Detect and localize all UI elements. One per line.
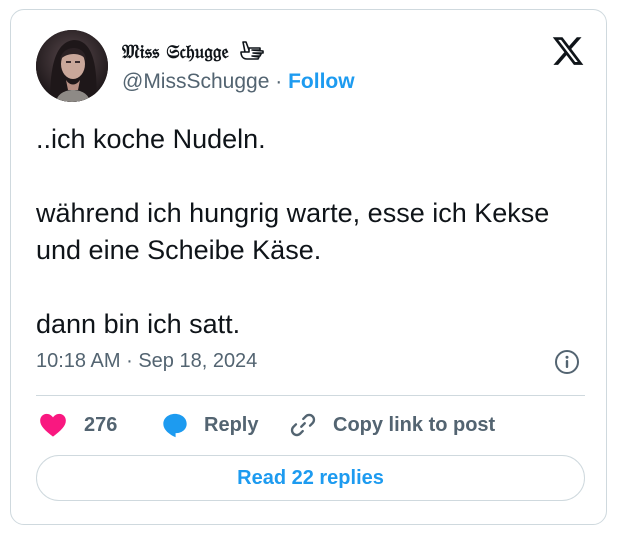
like-button[interactable]: 276	[39, 408, 117, 442]
reply-label: Reply	[204, 413, 259, 436]
avatar[interactable]	[36, 30, 108, 102]
meta-separator: ·	[126, 350, 133, 372]
author-handle[interactable]: @MissSchugge	[122, 70, 269, 93]
tweet-timestamp: 10:18 AM · Sep 18, 2024	[36, 350, 257, 373]
speech-bubble-icon	[163, 413, 187, 438]
handle-separator: ·	[275, 70, 283, 93]
action-bar: 276 Reply Copy link to post	[36, 408, 585, 442]
follow-button[interactable]: Follow	[288, 70, 355, 93]
tweet-text: ..ich koche Nudeln. während ich hungrig …	[36, 121, 576, 343]
tweet-date[interactable]: Sep 18, 2024	[138, 350, 257, 372]
info-icon[interactable]	[554, 349, 580, 375]
handle-row: @MissSchugge · Follow	[122, 70, 355, 94]
copy-link-button[interactable]: Copy link to post	[289, 408, 495, 442]
like-count: 276	[84, 413, 118, 436]
read-replies-label: Read 22 replies	[237, 466, 384, 489]
divider	[36, 395, 585, 396]
tweet-paragraph: dann bin ich satt.	[36, 309, 241, 339]
x-logo-icon[interactable]	[551, 34, 585, 68]
copy-link-label: Copy link to post	[333, 413, 496, 436]
display-name-text: 𝔐𝔦𝔰𝔰 𝔖𝔠𝔥𝔲𝔤𝔤𝔢	[122, 41, 229, 63]
tweet-paragraph: ..ich koche Nudeln.	[36, 124, 266, 154]
heart-icon	[40, 413, 66, 437]
link-icon	[290, 413, 316, 437]
tweet-time[interactable]: 10:18 AM	[36, 350, 121, 372]
avatar-image	[36, 30, 108, 102]
read-replies-button[interactable]: Read 22 replies	[36, 455, 585, 501]
display-name[interactable]: 𝔐𝔦𝔰𝔰 𝔖𝔠𝔥𝔲𝔤𝔤𝔢	[122, 40, 265, 63]
pointing-hand-icon	[240, 41, 264, 60]
tweet-card: 𝔐𝔦𝔰𝔰 𝔖𝔠𝔥𝔲𝔤𝔤𝔢 @MissSchugge · Follow ..ich…	[10, 9, 607, 525]
reply-button[interactable]: Reply	[161, 408, 258, 442]
tweet-paragraph: während ich hungrig warte, esse ich Keks…	[36, 198, 550, 265]
